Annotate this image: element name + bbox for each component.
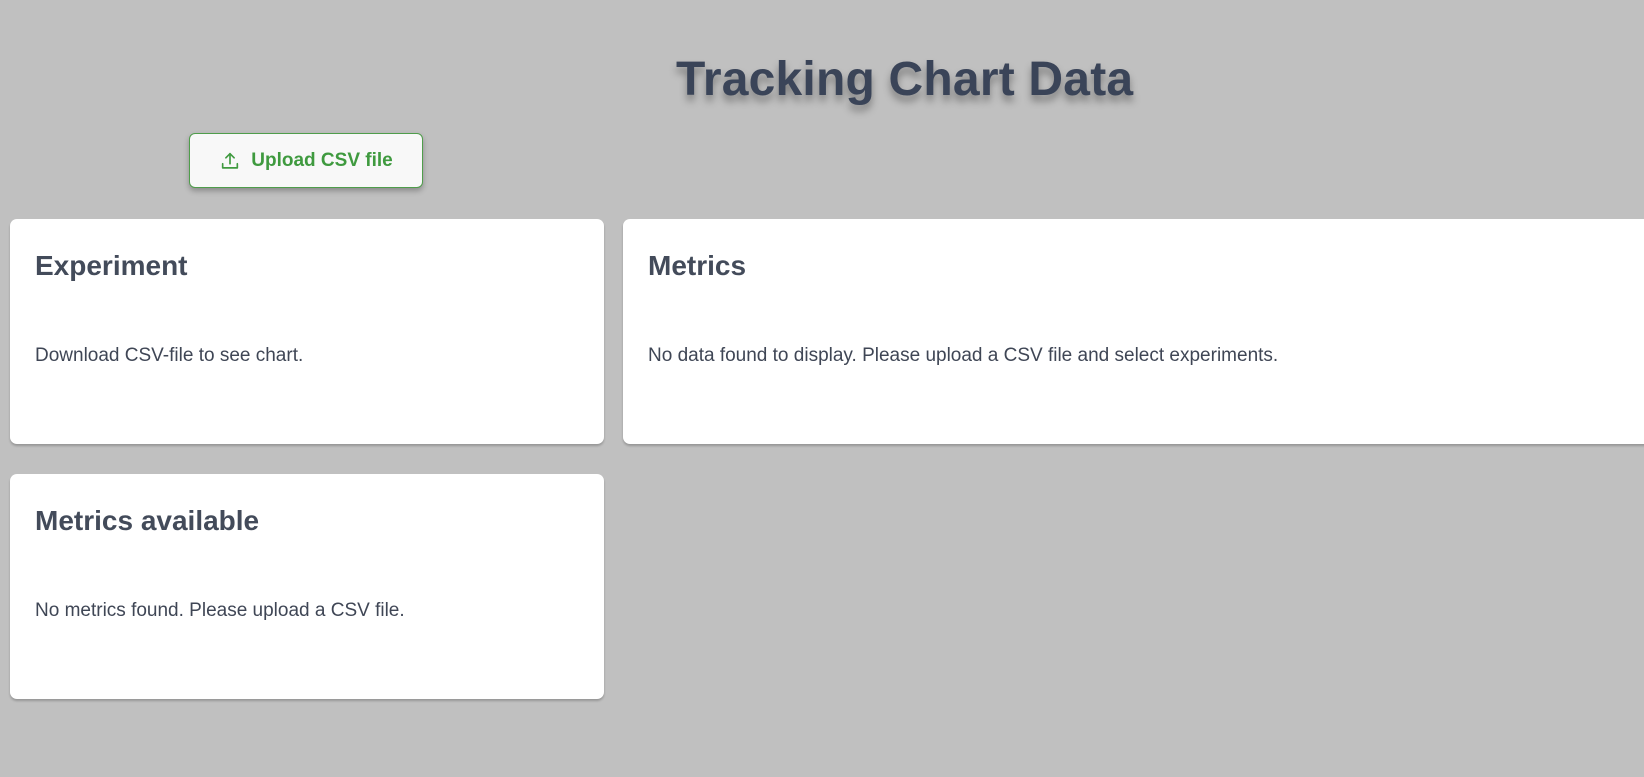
metrics-available-title: Metrics available (35, 505, 260, 536)
experiment-title: Experiment (35, 250, 188, 281)
upload-icon (219, 150, 241, 172)
metrics-title: Metrics (648, 250, 747, 281)
upload-csv-button-label: Upload CSV file (251, 149, 393, 171)
page-title: Tracking Chart Data (676, 53, 1134, 106)
metrics-message: No data found to display. Please upload … (648, 345, 1279, 366)
experiment-message: Download CSV-file to see chart. (35, 345, 304, 366)
metrics-panel: Metrics No data found to display. Please… (623, 219, 1644, 444)
metrics-available-message: No metrics found. Please upload a CSV fi… (35, 600, 405, 621)
upload-csv-button[interactable]: Upload CSV file (189, 133, 423, 188)
experiment-panel: Experiment Download CSV-file to see char… (10, 219, 604, 444)
metrics-available-panel: Metrics available No metrics found. Plea… (10, 474, 604, 699)
